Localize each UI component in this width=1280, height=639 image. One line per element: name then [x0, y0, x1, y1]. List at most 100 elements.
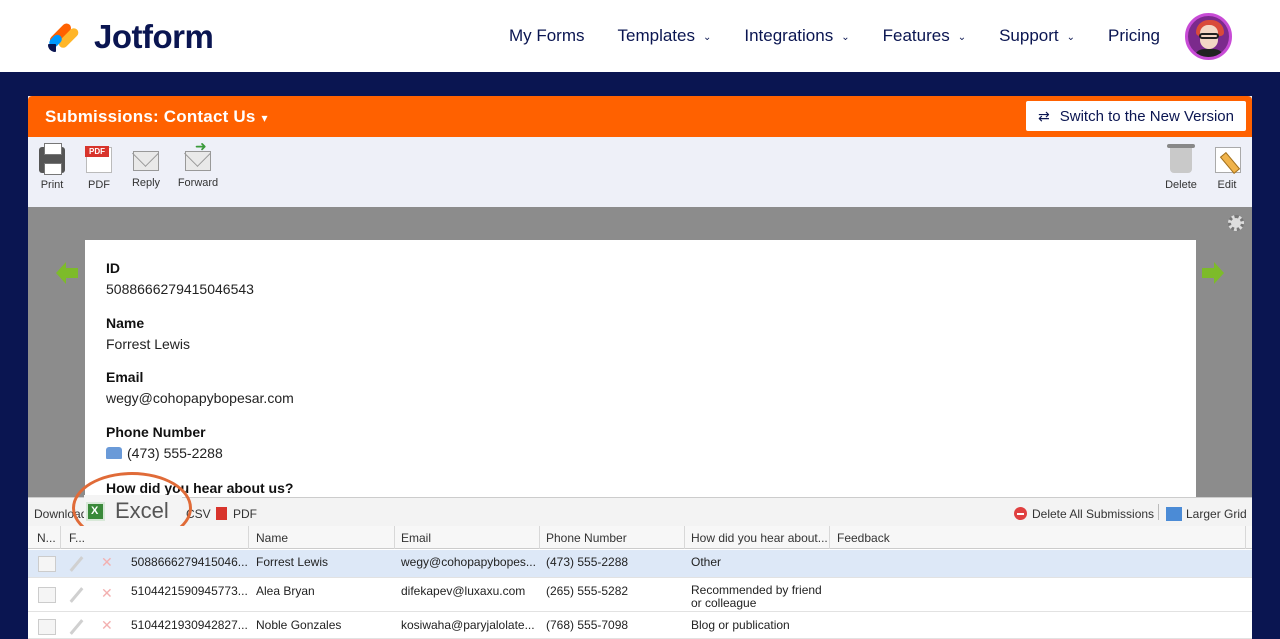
- column-header[interactable]: Feedback: [837, 531, 890, 545]
- pencil-icon[interactable]: [68, 587, 86, 603]
- edit-button[interactable]: Edit: [1215, 147, 1241, 191]
- nav-label: Templates: [617, 26, 695, 45]
- pencil-icon[interactable]: [68, 619, 86, 635]
- nav-features[interactable]: Features ⌄: [883, 24, 966, 48]
- field-id: ID 5088666279415046543: [106, 260, 254, 297]
- cell-phone: (768) 555-7098: [546, 618, 629, 632]
- pdf-download-label: PDF: [233, 507, 257, 521]
- envelope-icon: [133, 151, 159, 171]
- caret-down-icon: ▾: [261, 111, 268, 125]
- column-header[interactable]: F...: [69, 531, 85, 545]
- cell-email: kosiwaha@paryjalolate...: [401, 618, 535, 632]
- table-row[interactable]: ✕ 5104421930942827... Noble Gonzales kos…: [28, 613, 1252, 639]
- brand-name: Jotform: [94, 18, 214, 55]
- nav-label: Pricing: [1108, 26, 1160, 45]
- cell-id: 5104421590945773...: [131, 584, 248, 598]
- submission-toolbar: Print PDF Reply Forward Delete Edit: [28, 137, 1252, 207]
- field-label: Email: [106, 369, 144, 385]
- nav-label: My Forms: [508, 26, 585, 45]
- forward-mail-icon: [185, 138, 211, 171]
- column-header[interactable]: Name: [256, 531, 288, 545]
- gear-icon[interactable]: [1228, 215, 1244, 231]
- jotform-logo[interactable]: Jotform: [46, 18, 214, 56]
- larger-grid-label: Larger Grid: [1186, 507, 1247, 521]
- cell-hear: Blog or publication: [691, 618, 790, 632]
- delete-circle-icon: [1014, 507, 1027, 520]
- pdf-icon: [85, 146, 112, 173]
- cell-email: wegy@cohopapybopes...: [401, 555, 536, 569]
- cell-id: 5104421930942827...: [131, 618, 248, 632]
- print-label: Print: [40, 179, 64, 191]
- field-value: Forrest Lewis: [106, 336, 191, 352]
- switch-version-label: Switch to the New Version: [1059, 107, 1234, 125]
- cell-name: Forrest Lewis: [256, 555, 329, 569]
- close-icon[interactable]: ✕: [101, 585, 119, 601]
- nav-integrations[interactable]: Integrations ⌄: [744, 24, 849, 48]
- reply-button[interactable]: Reply: [130, 147, 162, 189]
- pdf-download-link[interactable]: PDF: [216, 507, 257, 521]
- cell-id: 5088666279415046...: [131, 555, 248, 569]
- submissions-panel: Submissions: Contact Us ▾ ⇄ Switch to the…: [28, 96, 1252, 639]
- phone-value: (473) 555-2288: [127, 445, 223, 461]
- forward-button[interactable]: Forward: [176, 138, 220, 189]
- column-header[interactable]: Email: [401, 531, 431, 545]
- field-label: Phone Number: [106, 424, 206, 440]
- chevron-down-icon: ⌄: [841, 32, 850, 43]
- document-icon[interactable]: [38, 587, 56, 603]
- top-navigation: Jotform My Forms Templates ⌄ Integrations…: [0, 0, 1280, 72]
- pdf-file-icon: [216, 507, 227, 520]
- cell-hear: Recommended by friend or colleague: [691, 583, 822, 610]
- delete-all-button[interactable]: Delete All Submissions: [1014, 507, 1154, 521]
- pencil-icon[interactable]: [68, 556, 86, 572]
- cell-phone: (473) 555-2288: [546, 555, 629, 569]
- document-icon[interactable]: [38, 556, 56, 572]
- chevron-down-icon: ⌄: [1066, 32, 1076, 43]
- close-icon[interactable]: ✕: [101, 554, 119, 570]
- switch-version-button[interactable]: ⇄ Switch to the New Version: [1026, 101, 1246, 131]
- form-title: Submissions: Contact Us: [45, 107, 256, 126]
- nav-pricing[interactable]: Pricing: [1108, 24, 1160, 48]
- submissions-grid: N... F... Name Email Phone Number How di…: [28, 526, 1252, 639]
- jotform-logo-icon: [46, 20, 81, 54]
- delete-all-label: Delete All Submissions: [1032, 507, 1155, 521]
- swap-arrows-icon: ⇄: [1038, 107, 1050, 124]
- column-header[interactable]: Phone Number: [546, 531, 627, 545]
- field-name: Name Forrest Lewis: [106, 315, 190, 352]
- field-label: ID: [106, 260, 120, 276]
- pdf-label: PDF: [88, 179, 110, 191]
- cell-email: difekapev@luxaxu.com: [401, 584, 526, 598]
- next-arrow-icon[interactable]: [1202, 262, 1224, 284]
- nav-my-forms[interactable]: My Forms: [509, 24, 585, 48]
- main-nav: My Forms Templates ⌄ Integrations ⌄ Featur…: [476, 24, 1160, 48]
- column-header[interactable]: N...: [37, 531, 56, 545]
- nav-support[interactable]: Support ⌄: [999, 24, 1075, 48]
- user-avatar[interactable]: [1185, 13, 1232, 60]
- nav-label: Support: [999, 26, 1059, 45]
- pdf-button[interactable]: PDF: [85, 146, 112, 191]
- telephone-icon: [106, 447, 122, 459]
- table-row[interactable]: ✕ 5088666279415046... Forrest Lewis wegy…: [28, 550, 1252, 578]
- nav-templates[interactable]: Templates ⌄: [618, 24, 712, 48]
- column-header[interactable]: How did you hear about...: [691, 531, 828, 545]
- field-value: 5088666279415046543: [106, 281, 254, 297]
- cell-name: Alea Bryan: [256, 584, 315, 598]
- print-button[interactable]: Print: [38, 143, 66, 191]
- field-phone: Phone Number (473) 555-2288: [106, 424, 223, 461]
- delete-button[interactable]: Delete: [1164, 144, 1198, 191]
- close-icon[interactable]: ✕: [101, 617, 119, 633]
- cell-phone: (265) 555-5282: [546, 584, 629, 598]
- nav-label: Features: [882, 26, 950, 45]
- larger-grid-button[interactable]: Larger Grid: [1166, 507, 1247, 521]
- previous-arrow-icon[interactable]: [56, 262, 78, 284]
- printer-icon: [39, 143, 65, 175]
- edit-pencil-icon: [1215, 147, 1241, 173]
- field-email: Email wegy@cohopapybopesar.com: [106, 369, 294, 406]
- field-value: wegy@cohopapybopesar.com: [106, 390, 294, 406]
- grid-toolbar: Download as: CSV PDF Delete All Submissi…: [28, 497, 1252, 526]
- form-selector[interactable]: Submissions: Contact Us ▾: [45, 107, 268, 127]
- cell-name: Noble Gonzales: [256, 618, 342, 632]
- document-icon[interactable]: [38, 619, 56, 635]
- table-row[interactable]: ✕ 5104421590945773... Alea Bryan difekap…: [28, 579, 1252, 612]
- edit-label: Edit: [1217, 179, 1237, 191]
- submission-details: ID 5088666279415046543 Name Forrest Lewi…: [85, 240, 1196, 497]
